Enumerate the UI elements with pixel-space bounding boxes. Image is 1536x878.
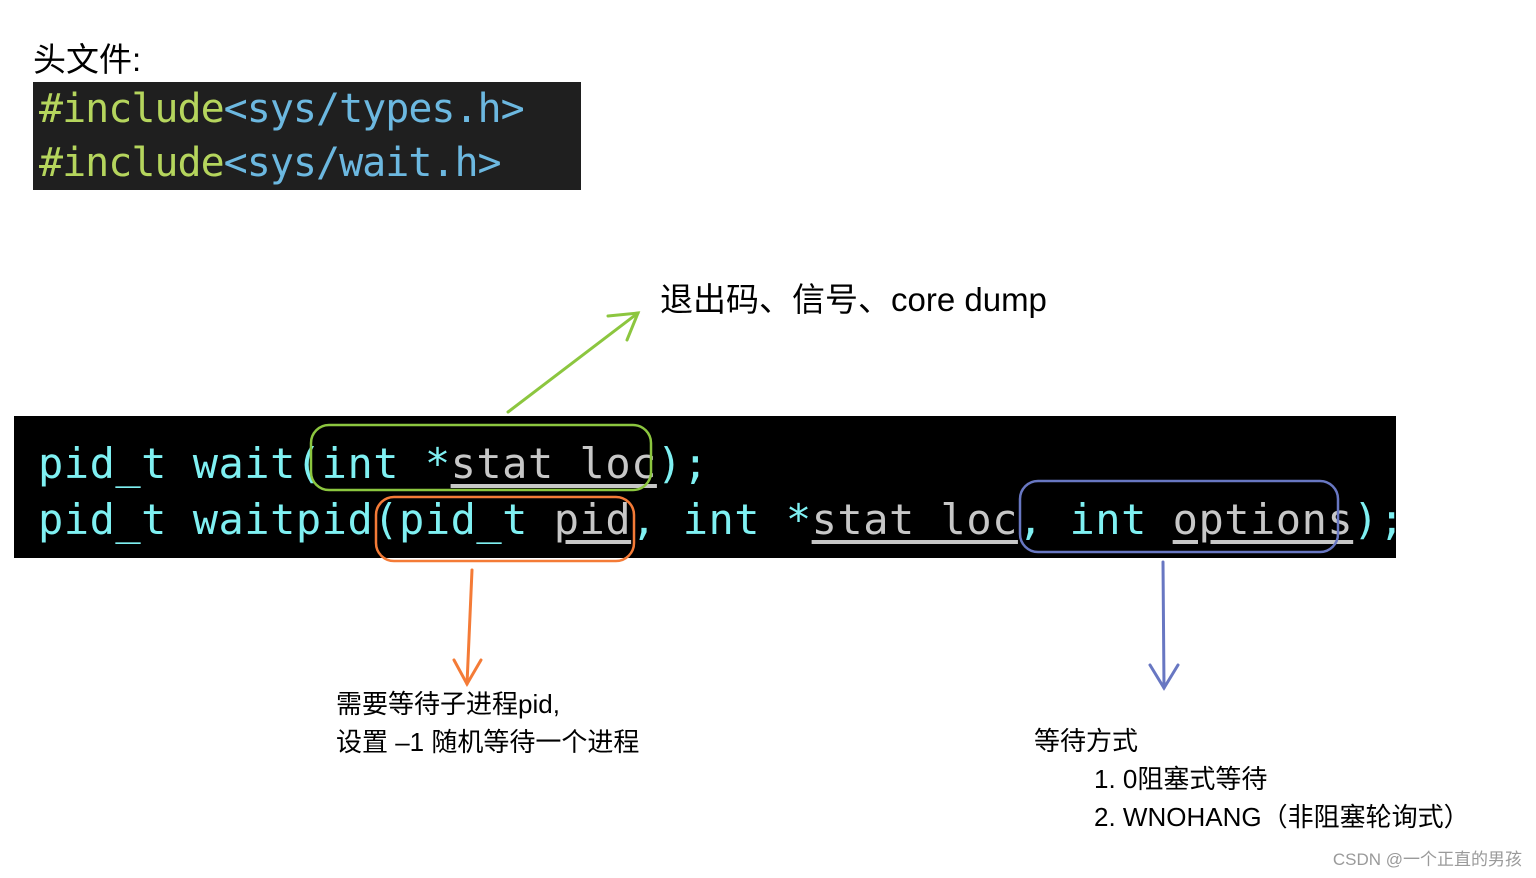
options-highlight-box [1018, 479, 1340, 554]
pid-annotation: 需要等待子进程pid, 设置 –1 随机等待一个进程 [336, 685, 639, 761]
arrow-down-icon [452, 568, 483, 688]
watermark: CSDN @一个正直的男孩 [1332, 850, 1522, 869]
stat-loc-highlight-box [309, 423, 653, 492]
options-annotation-item: 1. 0阻塞式等待 [1094, 764, 1268, 794]
arrow-down-icon [1148, 560, 1180, 691]
pid-annotation-line: 需要等待子进程pid, [336, 689, 560, 719]
options-annotation-title: 等待方式 [1034, 726, 1139, 756]
arrow-up-right-icon [506, 311, 641, 414]
pid-annotation-line: 设置 –1 随机等待一个进程 [336, 727, 640, 757]
pid-highlight-box [374, 495, 636, 563]
options-annotation: 等待方式 1. 0阻塞式等待 2. WNOHANG（非阻塞轮询式） [1034, 722, 1470, 836]
options-annotation-item: 2. WNOHANG（非阻塞轮询式） [1094, 802, 1470, 832]
